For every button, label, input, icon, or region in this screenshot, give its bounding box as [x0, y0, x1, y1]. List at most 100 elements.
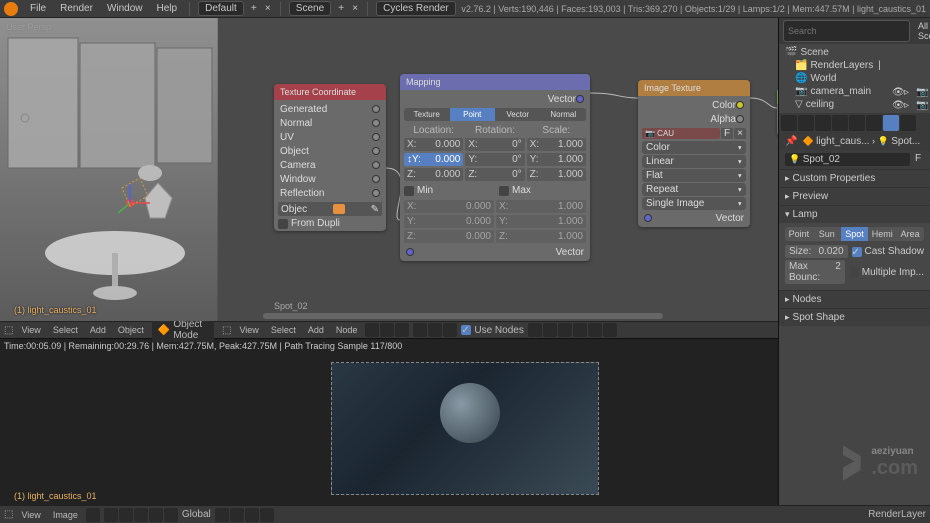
constraints-tab-icon[interactable] — [866, 115, 882, 131]
use-nodes-checkbox[interactable]: ✓ — [461, 325, 471, 335]
rot-z-field[interactable]: Z:0° — [465, 168, 524, 181]
outliner-item-ceiling[interactable]: ▽ceiling👁▹📷 — [779, 98, 930, 111]
menu-image[interactable]: Image — [49, 509, 82, 521]
node-texture-coordinate[interactable]: Texture Coordinate Generated Normal UV O… — [274, 84, 386, 231]
image-fake-user-icon[interactable]: F — [721, 128, 733, 139]
properties-context-tabs[interactable] — [779, 113, 930, 133]
max-checkbox[interactable] — [499, 186, 509, 196]
rot-y-field[interactable]: Y:0° — [465, 153, 524, 166]
lamp-tab-hemi[interactable]: Hemi — [868, 227, 896, 241]
renderlayers-tab-icon[interactable] — [798, 115, 814, 131]
object-picker-icon[interactable] — [333, 204, 345, 214]
render-layer-dropdown[interactable]: RenderLayer — [868, 509, 926, 520]
lamp-tab-area[interactable]: Area — [896, 227, 924, 241]
add-scene-icon[interactable]: + — [335, 3, 347, 15]
node-header[interactable]: Image Texture — [638, 80, 750, 96]
lamp-datablock[interactable]: 💡 Spot_02 — [785, 153, 910, 166]
node-header[interactable]: Mapping — [400, 74, 590, 90]
lamp-tab-sun[interactable]: Sun — [813, 227, 841, 241]
panel-spot-shape[interactable]: ▸ Spot Shape — [779, 309, 930, 326]
panel-lamp[interactable]: ▾ Lamp — [779, 206, 930, 223]
image-unlink-icon[interactable]: × — [734, 128, 746, 139]
mode-dropdown[interactable]: 🔶Object Mode — [152, 318, 214, 342]
menu-window[interactable]: Window — [101, 1, 149, 16]
pin-icon[interactable]: 📌 — [785, 136, 797, 147]
menu-render[interactable]: Render — [54, 1, 99, 16]
scale-y-field[interactable]: Y:1.000 — [527, 153, 586, 166]
image-datablock-icon[interactable] — [86, 508, 100, 522]
menu-help[interactable]: Help — [151, 1, 184, 16]
scale-x-field[interactable]: X:1.000 — [527, 138, 586, 151]
menu-add[interactable]: Add — [304, 324, 328, 336]
object-tab-icon[interactable] — [849, 115, 865, 131]
data-tab-icon[interactable] — [883, 115, 899, 131]
panel-custom-properties[interactable]: ▸ Custom Properties — [779, 170, 930, 187]
max-bounces-field[interactable]: Max Bounc:2 — [785, 260, 845, 284]
editor-type-icon[interactable]: ⬚ — [4, 509, 13, 520]
fake-user-button[interactable]: F — [912, 153, 924, 166]
selectable-toggle-icon[interactable]: ▹ — [904, 87, 914, 97]
tab-normal[interactable]: Normal — [541, 108, 587, 121]
multiple-importance-checkbox[interactable] — [849, 267, 859, 277]
image-datablock[interactable]: 📷 CAU — [642, 128, 720, 139]
menu-select[interactable]: Select — [267, 324, 300, 336]
lamp-tab-point[interactable]: Point — [785, 227, 813, 241]
visibility-toggle-icon[interactable]: 👁 — [892, 87, 902, 97]
cast-shadow-checkbox[interactable]: ✓ — [852, 247, 862, 257]
tab-point[interactable]: Point — [450, 108, 496, 121]
menu-select[interactable]: Select — [49, 324, 82, 336]
remove-scene-icon[interactable]: × — [349, 3, 361, 15]
menu-object[interactable]: Object — [114, 324, 148, 336]
outliner-item-renderlayers[interactable]: 🗂️RenderLayers| — [779, 59, 930, 72]
layout-dropdown[interactable]: Default — [198, 1, 244, 16]
shader-type-icons[interactable] — [413, 323, 457, 337]
node-snap-icons[interactable] — [528, 323, 617, 337]
viewport-3d[interactable]: User Persp (1) light_caustics_01 — [0, 18, 218, 321]
lamp-tab-spot[interactable]: Spot — [841, 227, 869, 241]
min-x-field[interactable]: X:0.000 — [404, 200, 494, 213]
render-tab-icon[interactable] — [781, 115, 797, 131]
outliner-item-world[interactable]: 🌐World — [779, 72, 930, 85]
scene-tab-icon[interactable] — [815, 115, 831, 131]
max-z-field[interactable]: Z:1.000 — [496, 230, 586, 243]
scene-dropdown[interactable]: Scene — [289, 1, 331, 16]
node-image-texture[interactable]: Image Texture Color Alpha 📷 CAU F × Colo… — [638, 80, 750, 227]
menu-view[interactable]: View — [17, 324, 44, 336]
mapping-type-tabs[interactable]: Texture Point Vector Normal — [404, 108, 586, 121]
editor-type-icon[interactable]: ⬚ — [222, 325, 231, 336]
menu-add[interactable]: Add — [86, 324, 110, 336]
physics-tab-icon[interactable] — [900, 115, 916, 131]
lamp-type-tabs[interactable]: Point Sun Spot Hemi Area — [785, 227, 924, 241]
source-dropdown[interactable]: Single Image — [642, 197, 746, 210]
interpolation-dropdown[interactable]: Linear — [642, 155, 746, 168]
outliner-item-scene[interactable]: 🎬Scene — [779, 46, 930, 59]
output-socket[interactable] — [372, 105, 380, 113]
min-y-field[interactable]: Y:0.000 — [404, 215, 494, 228]
outliner-item-camera[interactable]: 📷camera_main👁▹📷 — [779, 85, 930, 98]
add-layout-icon[interactable]: + — [248, 3, 260, 15]
scale-z-field[interactable]: Z:1.000 — [527, 168, 586, 181]
panel-nodes[interactable]: ▸ Nodes — [779, 291, 930, 308]
menu-file[interactable]: File — [24, 1, 52, 16]
lamp-size-field[interactable]: Size:0.020 — [785, 245, 848, 258]
max-x-field[interactable]: X:1.000 — [496, 200, 586, 213]
render-toggle-icon[interactable]: 📷 — [916, 87, 926, 97]
rot-x-field[interactable]: X:0° — [465, 138, 524, 151]
loc-x-field[interactable]: X:0.000 — [404, 138, 463, 151]
pivot-dropdown[interactable]: Global — [182, 509, 211, 520]
node-tree-type-icons[interactable] — [365, 323, 409, 337]
menu-node[interactable]: Node — [332, 324, 362, 336]
panel-preview[interactable]: ▸ Preview — [779, 188, 930, 205]
min-z-field[interactable]: Z:0.000 — [404, 230, 494, 243]
from-dupli-checkbox[interactable] — [278, 219, 288, 229]
outliner-search-input[interactable] — [783, 20, 910, 42]
colorspace-dropdown[interactable]: Color — [642, 141, 746, 154]
tab-vector[interactable]: Vector — [495, 108, 541, 121]
min-checkbox[interactable] — [404, 186, 414, 196]
render-engine-dropdown[interactable]: Cycles Render — [376, 1, 456, 16]
max-y-field[interactable]: Y:1.000 — [496, 215, 586, 228]
extension-dropdown[interactable]: Repeat — [642, 183, 746, 196]
loc-y-field[interactable]: ↕Y:0.000 — [404, 153, 463, 166]
outliner-filter-dropdown[interactable]: All Scenes — [914, 20, 930, 42]
node-mapping[interactable]: Mapping Vector Texture Point Vector Norm… — [400, 74, 590, 261]
